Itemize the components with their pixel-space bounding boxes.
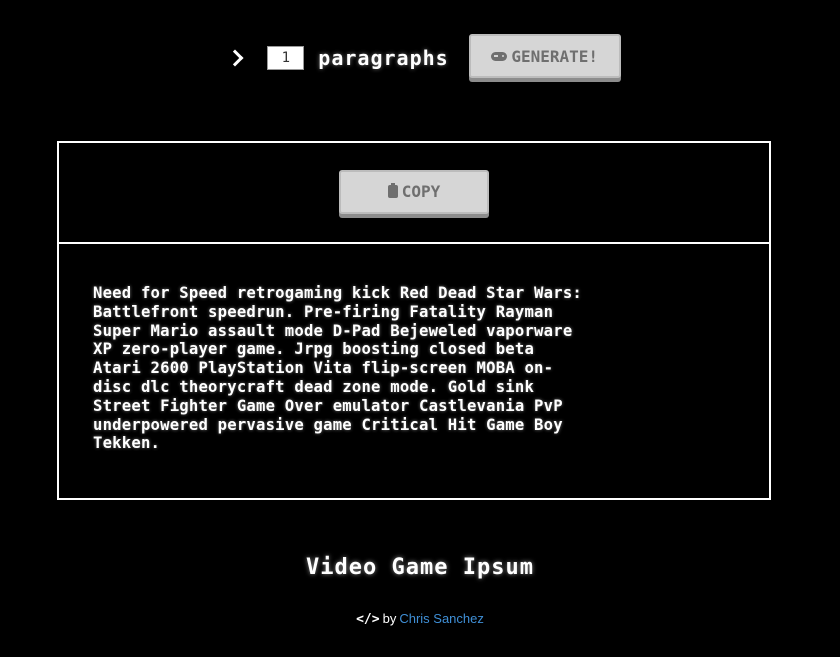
generate-button[interactable]: GENERATE! bbox=[468, 34, 621, 78]
site-title: Video Game Ipsum bbox=[306, 555, 534, 580]
clipboard-icon bbox=[387, 183, 398, 198]
code-icon: </> bbox=[356, 612, 380, 627]
copy-button-label: COPY bbox=[401, 182, 441, 201]
author-link[interactable]: Chris Sanchez bbox=[399, 611, 484, 626]
chevron-right-icon bbox=[226, 49, 244, 67]
credit-line: </> by Chris Sanchez bbox=[0, 611, 840, 627]
paragraphs-label: paragraphs bbox=[318, 46, 449, 70]
credit-by-text: by bbox=[382, 611, 397, 626]
output-body: Need for Speed retrogaming kick Red Dead… bbox=[59, 244, 769, 453]
output-panel: COPY Need for Speed retrogaming kick Red… bbox=[57, 141, 771, 500]
copy-bar: COPY bbox=[59, 143, 769, 244]
paragraph-count-input[interactable] bbox=[267, 46, 305, 70]
generator-controls: paragraphs GENERATE! bbox=[0, 30, 840, 86]
copy-button[interactable]: COPY bbox=[339, 169, 489, 214]
generate-button-label: GENERATE! bbox=[511, 46, 599, 66]
generated-text: Need for Speed retrogaming kick Red Dead… bbox=[93, 284, 582, 453]
gamepad-icon bbox=[491, 51, 508, 61]
